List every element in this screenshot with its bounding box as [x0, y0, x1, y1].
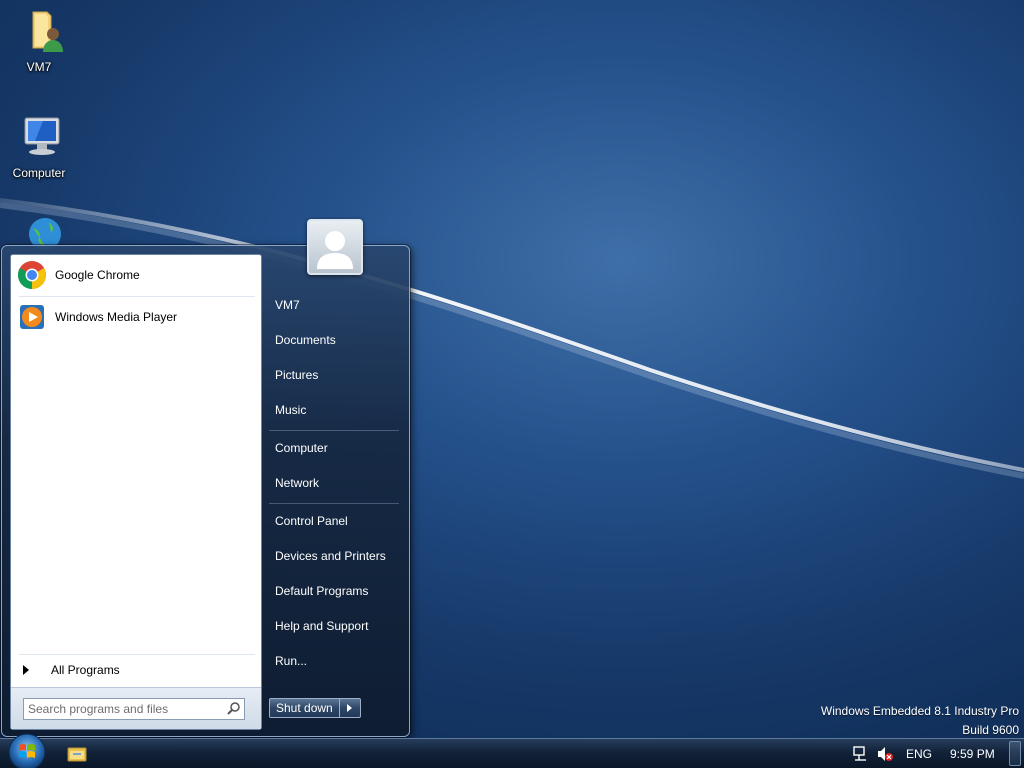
taskbar-explorer-button[interactable] [64, 742, 90, 766]
shutdown-label: Shut down [276, 701, 333, 715]
desktop-icon-vm7[interactable]: VM7 [0, 6, 78, 74]
start-item-devices-and-printers[interactable]: Devices and Printers [270, 543, 404, 569]
chrome-icon [18, 261, 46, 289]
all-programs-divider [19, 654, 255, 655]
chevron-right-icon [347, 704, 353, 712]
media-player-icon [20, 305, 44, 329]
os-watermark: Windows Embedded 8.1 Industry Pro Build … [821, 702, 1019, 740]
start-item-label: Computer [275, 441, 328, 455]
start-item-run[interactable]: Run... [270, 648, 404, 674]
network-icon[interactable] [852, 746, 870, 762]
start-item-network[interactable]: Network [270, 470, 404, 496]
start-item-label: Pictures [275, 368, 319, 382]
shutdown-options-button[interactable] [339, 698, 361, 718]
start-item-computer[interactable]: Computer [270, 435, 404, 461]
user-account-picture[interactable] [307, 219, 363, 275]
desktop-icon-label: VM7 [26, 60, 52, 74]
start-item-label: Network [275, 476, 320, 490]
start-item-label: Help and Support [275, 619, 369, 633]
clock[interactable]: 9:59 PM [950, 747, 995, 761]
computer-icon [24, 117, 60, 155]
start-item-label: Default Programs [275, 584, 369, 598]
start-item-default-programs[interactable]: Default Programs [270, 578, 404, 604]
start-item-music[interactable]: Music [270, 397, 404, 423]
start-item-pictures[interactable]: Pictures [270, 362, 404, 388]
search-icon[interactable] [224, 700, 244, 718]
all-programs-label: All Programs [51, 663, 120, 677]
search-input[interactable] [24, 700, 224, 718]
start-item-documents[interactable]: Documents [270, 327, 404, 353]
programs-divider [19, 296, 255, 297]
right-divider [269, 430, 399, 431]
program-label: Windows Media Player [55, 310, 178, 324]
desktop-icon-computer[interactable]: Computer [0, 112, 78, 180]
start-item-control-panel[interactable]: Control Panel [270, 508, 404, 534]
shutdown-group: Shut down [269, 698, 361, 718]
all-programs-button[interactable]: All Programs [17, 659, 257, 681]
desktop-icon-label: Computer [12, 166, 66, 180]
program-google-chrome[interactable]: Google Chrome [15, 257, 259, 293]
start-item-help-and-support[interactable]: Help and Support [270, 613, 404, 639]
chevron-right-icon [23, 665, 29, 675]
start-item-label: VM7 [275, 298, 300, 312]
watermark-edition: Windows Embedded 8.1 Industry Pro [820, 704, 1019, 718]
search-box [23, 698, 245, 720]
language-indicator[interactable]: ENG [906, 747, 932, 761]
windows-explorer-icon [67, 747, 87, 762]
start-menu-programs-pane: Google Chrome Windows Media Player All P… [10, 254, 262, 730]
start-button[interactable] [6, 731, 48, 768]
start-item-label: Run... [275, 654, 308, 668]
program-windows-media-player[interactable]: Windows Media Player [15, 299, 259, 335]
show-desktop-button[interactable] [1009, 741, 1021, 766]
volume-muted-icon[interactable] [876, 746, 894, 762]
user-avatar-icon [317, 231, 353, 269]
start-item-label: Control Panel [275, 514, 348, 528]
program-label: Google Chrome [55, 268, 140, 282]
search-area [11, 687, 261, 729]
user-folder-icon [32, 11, 63, 52]
start-item-vm7[interactable]: VM7 [270, 292, 404, 318]
start-item-label: Devices and Printers [275, 549, 386, 563]
right-divider [269, 503, 399, 504]
start-item-label: Music [275, 403, 307, 417]
start-item-label: Documents [275, 333, 336, 347]
start-menu: Google Chrome Windows Media Player All P… [1, 245, 410, 737]
shutdown-button[interactable]: Shut down [269, 698, 340, 718]
taskbar: ENG 9:59 PM [0, 733, 1024, 768]
